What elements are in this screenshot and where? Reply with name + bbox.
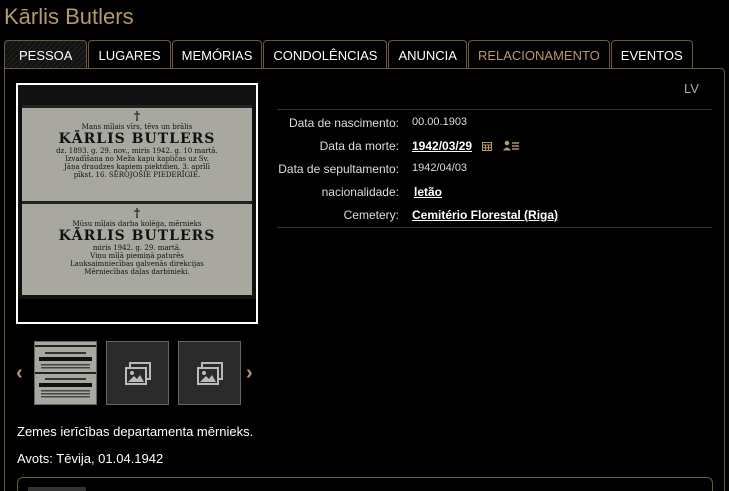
- people-list-icon[interactable]: [502, 140, 519, 154]
- obituary-name: KĀRLIS BUTLERS: [58, 228, 216, 244]
- obituary-line: Mērniecības daļas darbinieki.: [84, 268, 190, 276]
- nationality-row: nacionalidade: letão: [277, 181, 712, 201]
- tab-relacionamento[interactable]: RELACIONAMENTO: [467, 40, 610, 69]
- burial-value: 1942/04/03: [412, 162, 468, 174]
- divider: [277, 227, 712, 228]
- death-label: Data da morte:: [319, 139, 399, 153]
- newspaper-clipping: † Mans mīļais vīrs, tēvs un brālis KĀRLI…: [22, 105, 252, 295]
- tab-anuncia[interactable]: ANUNCIA: [388, 40, 467, 69]
- tab-eventos[interactable]: EVENTOS: [610, 40, 693, 69]
- obituary-intro: Mans mīļais vīrs, tēvs un brālis: [81, 123, 193, 131]
- chevron-left-icon[interactable]: ‹: [16, 363, 30, 383]
- calendar-icon[interactable]: [482, 140, 493, 154]
- birth-row: Data de nascimento: 00.00.1903: [277, 112, 712, 132]
- obituary-line: Izvadīšana no Meža kapu kapličas uz Sv.: [65, 155, 209, 163]
- birth-value: 00.00.1903: [412, 116, 468, 128]
- obituary-intro: Mūsu mīļais darba kolēģa, mērnieks: [72, 220, 202, 228]
- cemetery-link[interactable]: Cemitério Florestal (Riga): [412, 208, 558, 222]
- main-photo[interactable]: † Mans mīļais vīrs, tēvs un brālis KĀRLI…: [16, 83, 258, 324]
- divider: [277, 109, 712, 110]
- tab-bar: PESSOA LUGARES MEMÓRIAS CONDOLÊNCIAS ANU…: [4, 40, 694, 69]
- obituary-name: KĀRLIS BUTLERS: [58, 131, 216, 147]
- thumbnail-clipping[interactable]: [34, 341, 97, 405]
- death-value-wrap: 1942/03/29: [412, 139, 519, 154]
- lower-section-tab[interactable]: [28, 487, 86, 491]
- death-date-link[interactable]: 1942/03/29: [412, 139, 472, 153]
- lower-section: [17, 477, 713, 491]
- tab-condolencias[interactable]: CONDOLÊNCIAS: [263, 40, 388, 69]
- cross-icon: †: [133, 109, 141, 123]
- image-placeholder-icon: [197, 362, 223, 391]
- obituary-bottom: † Mūsu mīļais darba kolēģa, mērnieks KĀR…: [28, 206, 246, 276]
- tab-lugares[interactable]: LUGARES: [88, 40, 171, 69]
- obituary-line: miris 1942. g. 29. martā.: [92, 244, 182, 252]
- obituary-line: Viņu mīļā piemiņā paturēs: [90, 252, 184, 260]
- person-description: Zemes ierīcības departamenta mērnieks.: [17, 424, 254, 439]
- cemetery-label: Cemetery:: [343, 208, 399, 222]
- image-placeholder-icon: [125, 362, 151, 391]
- thumbnail-placeholder[interactable]: [106, 341, 169, 405]
- nationality-label: nacionalidade:: [321, 185, 399, 199]
- tab-pessoa[interactable]: PESSOA: [4, 40, 88, 69]
- obituary-line: Jāņa draudzes kapiem piektdien, 3. aprīl…: [63, 163, 211, 171]
- burial-label: Data de sepultamento:: [278, 162, 399, 176]
- source-citation: Avots: Tēvija, 01.04.1942: [17, 451, 164, 466]
- obituary-top: † Mans mīļais vīrs, tēvs un brālis KĀRLI…: [28, 109, 246, 179]
- cemetery-row: Cemetery: Cemitério Florestal (Riga): [277, 204, 712, 224]
- page-title: Kārlis Butlers: [4, 4, 134, 29]
- nationality-link[interactable]: letão: [414, 185, 442, 199]
- thumbnail-placeholder[interactable]: [178, 341, 241, 405]
- obituary-line: pīkst. 16. SĒROJOŠIE PIEDERĪGIE.: [73, 171, 201, 179]
- clipping-rule: [22, 201, 252, 204]
- clipping-rule: [22, 105, 252, 108]
- clipping-thumb-icon: [35, 342, 96, 404]
- nationality-value: letão: [414, 185, 442, 199]
- birth-label: Data de nascimento:: [288, 116, 399, 130]
- cross-icon: †: [133, 206, 141, 220]
- cemetery-value: Cemitério Florestal (Riga): [412, 208, 558, 222]
- obituary-line: dz. 1893. g. 29. nov., miris 1942. g. 10…: [56, 147, 218, 155]
- burial-row: Data de sepultamento: 1942/04/03: [277, 158, 712, 178]
- obituary-line: Lauksaimniecības galvenās direkcijas: [70, 260, 204, 268]
- photo-footer: [18, 299, 256, 322]
- tab-memorias[interactable]: MEMÓRIAS: [171, 40, 263, 69]
- chevron-right-icon[interactable]: ›: [246, 363, 260, 383]
- death-row: Data da morte: 1942/03/29: [277, 135, 712, 155]
- language-code[interactable]: LV: [684, 81, 699, 96]
